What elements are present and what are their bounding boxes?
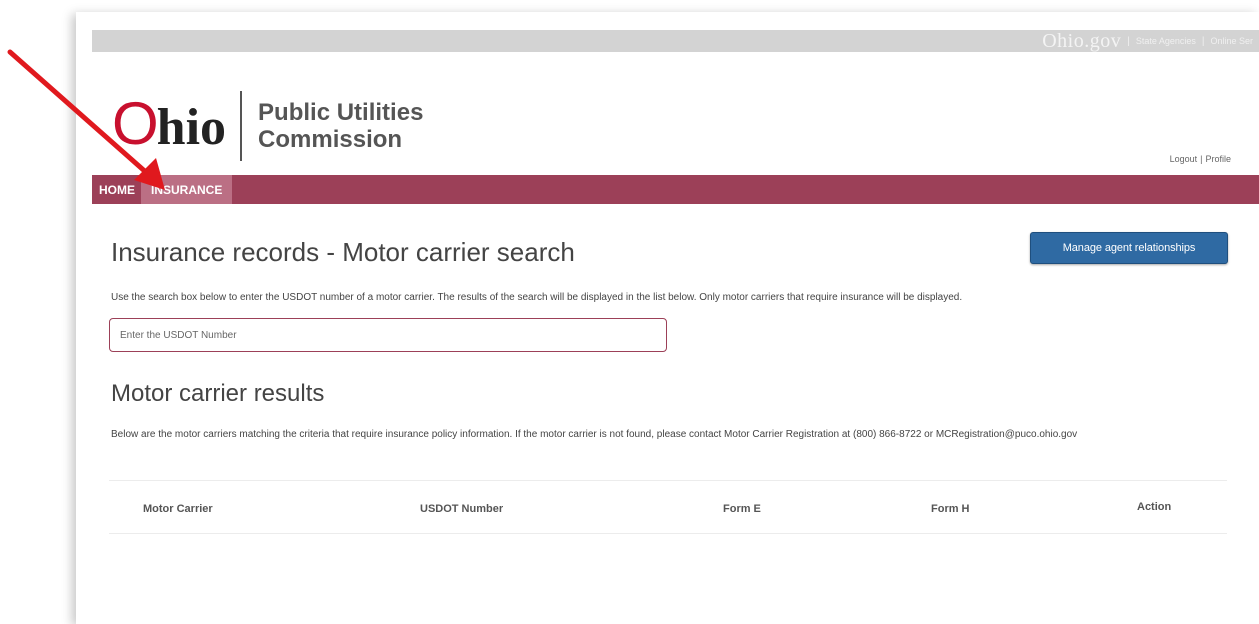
- topbar-link-state-agencies[interactable]: State Agencies: [1136, 36, 1196, 46]
- topbar-separator: |: [1127, 35, 1130, 47]
- topbar-links: Ohio.gov | State Agencies | Online Ser: [1042, 30, 1259, 52]
- user-links-separator: |: [1200, 154, 1203, 164]
- org-name: Public Utilities Commission: [258, 99, 423, 153]
- user-links: Logout | Profile: [1170, 154, 1231, 164]
- ohio-wordmark-rest: hio: [156, 99, 227, 156]
- topbar-separator: |: [1201, 35, 1205, 47]
- ohio-gov-brand[interactable]: Ohio.gov: [1042, 30, 1121, 53]
- column-header-form-h[interactable]: Form H: [931, 503, 970, 515]
- column-header-usdot-number[interactable]: USDOT Number: [420, 503, 503, 515]
- column-header-form-e[interactable]: Form E: [723, 503, 761, 515]
- puco-logo[interactable]: O hio Public Utilities Commission: [112, 90, 423, 161]
- ohio-wordmark-initial: O: [112, 90, 159, 157]
- column-header-motor-carrier[interactable]: Motor Carrier: [143, 503, 213, 515]
- search-instructions: Use the search box below to enter the US…: [111, 292, 963, 303]
- results-table: Motor Carrier USDOT Number Form E Form H…: [109, 480, 1227, 534]
- results-title: Motor carrier results: [111, 380, 325, 407]
- org-name-line1: Public Utilities: [258, 99, 424, 126]
- nav-item-insurance[interactable]: INSURANCE: [141, 175, 233, 204]
- usdot-search-input[interactable]: [109, 318, 667, 352]
- ohio-gov-topbar: Ohio.gov | State Agencies | Online Ser: [92, 30, 1259, 52]
- results-description: Below are the motor carriers matching th…: [111, 429, 1078, 440]
- browser-page: Ohio.gov | State Agencies | Online Ser O…: [76, 12, 1259, 624]
- logout-link[interactable]: Logout: [1170, 154, 1198, 164]
- profile-link[interactable]: Profile: [1205, 154, 1231, 164]
- org-name-line2: Commission: [258, 126, 403, 153]
- manage-agent-relationships-button[interactable]: Manage agent relationships: [1030, 232, 1228, 264]
- ohio-wordmark: O hio: [112, 90, 227, 157]
- nav-item-home[interactable]: HOME: [92, 175, 141, 204]
- main-nav: HOME INSURANCE: [92, 175, 1259, 204]
- column-header-action: Action: [1137, 501, 1172, 513]
- topbar-link-online-services[interactable]: Online Ser: [1210, 36, 1253, 46]
- logo-divider: [240, 91, 243, 161]
- page-title: Insurance records - Motor carrier search: [111, 237, 575, 267]
